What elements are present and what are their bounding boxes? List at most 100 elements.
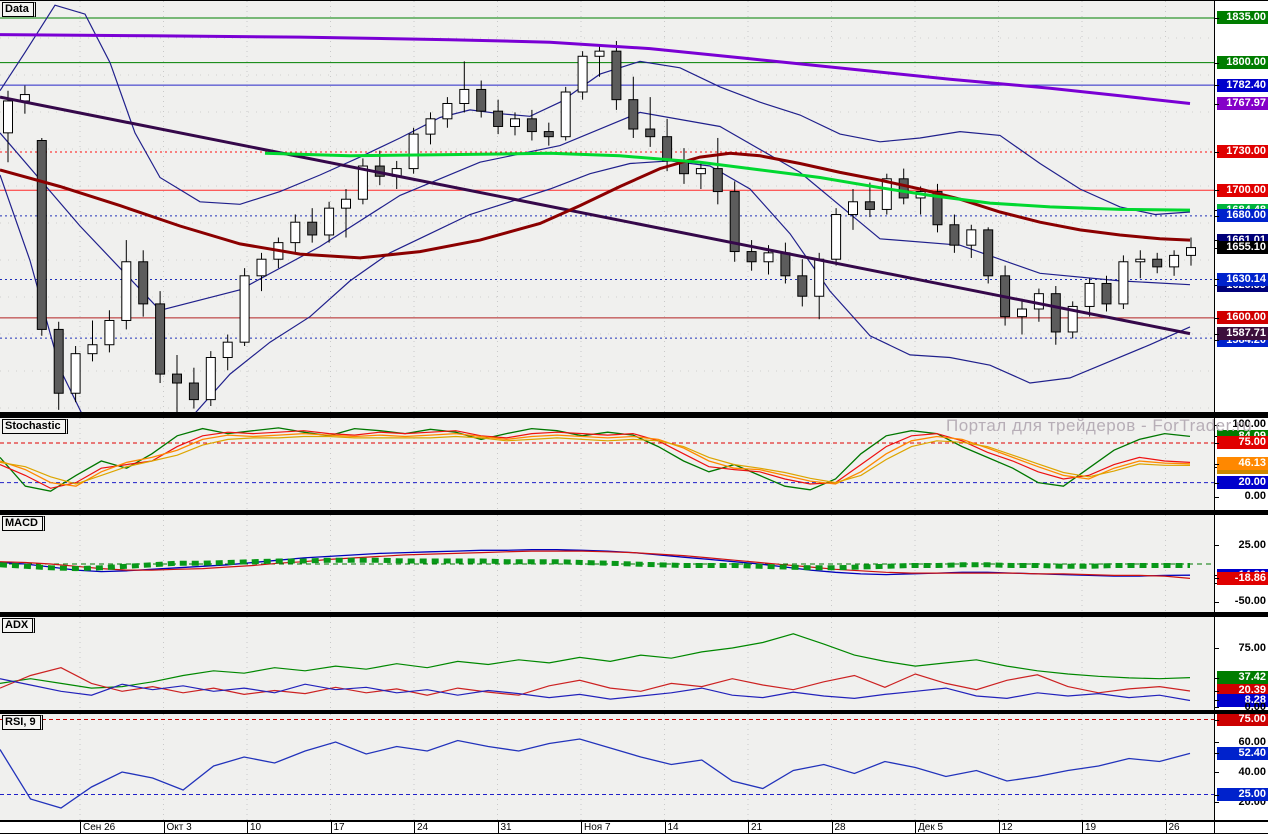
macd-panel[interactable] — [0, 515, 1215, 612]
panel-tab-stochastic[interactable]: Stochastic — [2, 419, 68, 434]
scale-label: 1630.14 — [1217, 272, 1268, 286]
scale-tick — [1215, 753, 1219, 755]
date-label: Окт 3 — [166, 822, 192, 833]
scale-label: 40.00 — [1238, 765, 1266, 778]
time-axis-separator — [414, 822, 415, 833]
scale-label: 75.00 — [1217, 436, 1268, 450]
time-axis-separator — [581, 822, 582, 833]
price-panel[interactable] — [0, 1, 1215, 412]
scale-label: 25.00 — [1217, 788, 1268, 801]
time-axis-separator — [247, 822, 248, 833]
adx-panel[interactable] — [0, 617, 1215, 710]
date-label: 14 — [667, 822, 679, 833]
date-label: 17 — [333, 822, 345, 833]
scale-tick — [1215, 802, 1219, 803]
scale-tick — [1215, 317, 1219, 319]
scale-tick — [1215, 215, 1219, 217]
scale-tick — [1215, 496, 1219, 498]
scale-label: 1600.00 — [1217, 311, 1268, 325]
date-label: 24 — [417, 822, 429, 833]
scale-label: 1730.00 — [1217, 145, 1268, 159]
scale-label: 1767.97 — [1217, 97, 1268, 111]
panel-separator — [0, 710, 1268, 714]
scale-tick — [1215, 742, 1219, 744]
time-axis[interactable]: Сен 26 Окт 3 10 17 24 31 Ноя 7 14 21 28 Дек 5 12 19 2… — [0, 822, 1214, 833]
panel-tab-macd[interactable]: MACD — [2, 516, 45, 531]
scale-tick — [1215, 707, 1219, 708]
scale-label: 25.00 — [1238, 538, 1266, 551]
scale-label: 20.00 — [1217, 476, 1268, 490]
time-axis-separator — [1082, 822, 1083, 833]
date-label: 10 — [250, 822, 262, 833]
scale-tick — [1215, 190, 1219, 192]
scale-tick — [1215, 424, 1219, 426]
scale-tick — [1215, 340, 1219, 342]
scale-tick — [1215, 247, 1219, 249]
panel-separator — [0, 412, 1268, 418]
panel-separator — [0, 510, 1268, 515]
scale-tick — [1215, 545, 1219, 546]
scale-tick — [1215, 103, 1219, 105]
time-axis-separator — [497, 822, 499, 833]
time-axis-separator — [330, 822, 332, 833]
scale-label: -50.00 — [1234, 595, 1266, 608]
scale-tick — [1215, 648, 1219, 649]
date-label: 26 — [1168, 822, 1180, 833]
scale-tick — [1215, 690, 1219, 692]
date-label: Ноя 7 — [584, 822, 611, 833]
scale-label: 1680.00 — [1217, 209, 1268, 223]
time-axis-separator — [748, 822, 749, 833]
date-label: 21 — [751, 822, 763, 833]
scale-label: 1587.71 — [1217, 327, 1268, 341]
panel-separator — [0, 820, 1268, 822]
date-label: 31 — [500, 822, 512, 833]
panel-separator — [0, 612, 1268, 617]
scale-tick — [1215, 279, 1219, 281]
scale-label: 1782.40 — [1217, 78, 1268, 92]
time-axis-separator — [1165, 822, 1167, 833]
date-label: Сен 26 — [83, 822, 116, 833]
scale-label: 0.00 — [1244, 490, 1266, 503]
panel-tab-adx[interactable]: ADX — [2, 618, 36, 633]
date-label: 12 — [1001, 822, 1013, 833]
stochastic-panel[interactable] — [0, 418, 1215, 510]
scale-label: 75.00 — [1238, 641, 1266, 654]
time-axis-separator — [915, 822, 916, 833]
scale-tick — [1215, 772, 1219, 774]
scale-tick — [1215, 578, 1219, 580]
scale-label: 75.00 — [1217, 713, 1268, 727]
time-axis-separator — [163, 822, 165, 833]
date-label: 19 — [1085, 822, 1097, 833]
scale-label: 37.42 — [1217, 671, 1268, 685]
scale-tick — [1215, 151, 1219, 153]
panel-separator — [0, 0, 1268, 1]
scale-tick — [1215, 333, 1219, 335]
time-axis-separator — [998, 822, 1000, 833]
trading-chart-window: 1835.001800.001782.401767.971730.001684.… — [0, 0, 1268, 834]
time-axis-separator — [831, 822, 833, 833]
scale-tick — [1215, 794, 1219, 796]
time-axis-separator — [664, 822, 666, 833]
scale-tick — [1215, 62, 1219, 64]
panel-tab-rsi[interactable]: RSI, 9 — [2, 715, 43, 730]
scale-label: 1655.10 — [1217, 241, 1268, 255]
scale-label: 1700.00 — [1217, 183, 1268, 197]
date-label: 28 — [834, 822, 846, 833]
scale-label: 52.40 — [1217, 746, 1268, 760]
scale-label: 46.13 — [1217, 457, 1268, 471]
scale-tick — [1215, 482, 1219, 484]
scale-tick — [1215, 601, 1219, 603]
time-axis-separator — [80, 822, 81, 833]
scale-tick — [1215, 85, 1219, 87]
scale-tick — [1215, 719, 1219, 721]
date-label: Дек 5 — [918, 822, 944, 833]
rsi-panel[interactable] — [0, 714, 1215, 820]
scale-label: 1835.00 — [1217, 11, 1268, 25]
panel-tab-data[interactable]: Data — [2, 2, 36, 17]
scale-tick — [1215, 677, 1219, 679]
scale-label: -18.86 — [1217, 571, 1268, 585]
scale-tick — [1215, 442, 1219, 444]
scale-tick — [1215, 463, 1219, 465]
scale-tick — [1215, 17, 1219, 19]
scale-label: 1800.00 — [1217, 56, 1268, 70]
